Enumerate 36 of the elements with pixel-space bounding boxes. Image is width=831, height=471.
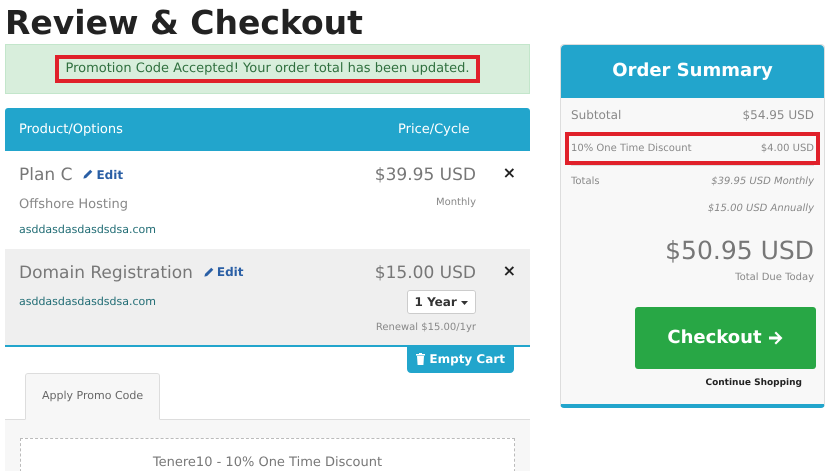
remove-button[interactable]: ×	[476, 260, 516, 280]
product-name: Plan C	[19, 165, 72, 185]
product-group: Offshore Hosting	[19, 194, 156, 214]
edit-link[interactable]: Edit	[202, 263, 244, 281]
domain-name: asddasdasdasdsdsa.com	[19, 222, 156, 238]
summary-label: 10% One Time Discount	[571, 142, 692, 156]
summary-value: $54.95 USD	[742, 107, 814, 124]
summary-value: $4.00 USD	[760, 142, 814, 156]
recurring-total: $39.95 USD Monthly	[710, 175, 814, 189]
caret-icon	[461, 300, 468, 305]
edit-link[interactable]: Edit	[82, 166, 124, 184]
item-price: $39.95 USD	[374, 164, 476, 187]
total-due-amount: $50.95 USD	[664, 235, 815, 267]
pencil-icon	[202, 266, 214, 278]
applied-promo-code: Tenere10 - 10% One Time Discount	[20, 438, 515, 471]
product-name: Domain Registration	[19, 262, 193, 282]
remove-button[interactable]: ×	[476, 163, 516, 183]
total-due-label: Total Due Today	[734, 270, 815, 284]
pencil-icon	[82, 169, 94, 180]
totals-label: Totals	[571, 175, 600, 189]
summary-title: Order Summary	[561, 45, 824, 98]
trash-icon	[416, 353, 426, 365]
column-header: Price/Cycle	[398, 120, 471, 138]
arrow-right-icon	[768, 330, 784, 346]
item-price: $15.00 USD	[374, 262, 476, 284]
domain-name: asddasdasdasdsdsa.com	[19, 294, 157, 310]
page-title: Review & Checkout	[5, 6, 364, 40]
billing-cycle: Monthly	[434, 196, 476, 210]
column-header: Product/Options	[19, 120, 123, 138]
alert-message: Promotion Code Accepted! Your order total has been updated.	[55, 55, 480, 82]
renewal-price: Renewal $15.00/1yr	[374, 321, 476, 335]
continue-shopping-link[interactable]: Continue Shopping	[705, 376, 802, 390]
summary-label: Subtotal	[571, 107, 622, 124]
recurring-total: $15.00 USD Annually	[708, 202, 814, 216]
promo-tab[interactable]: Apply Promo Code	[25, 373, 160, 420]
term-dropdown[interactable]: 1 Year	[406, 290, 476, 314]
